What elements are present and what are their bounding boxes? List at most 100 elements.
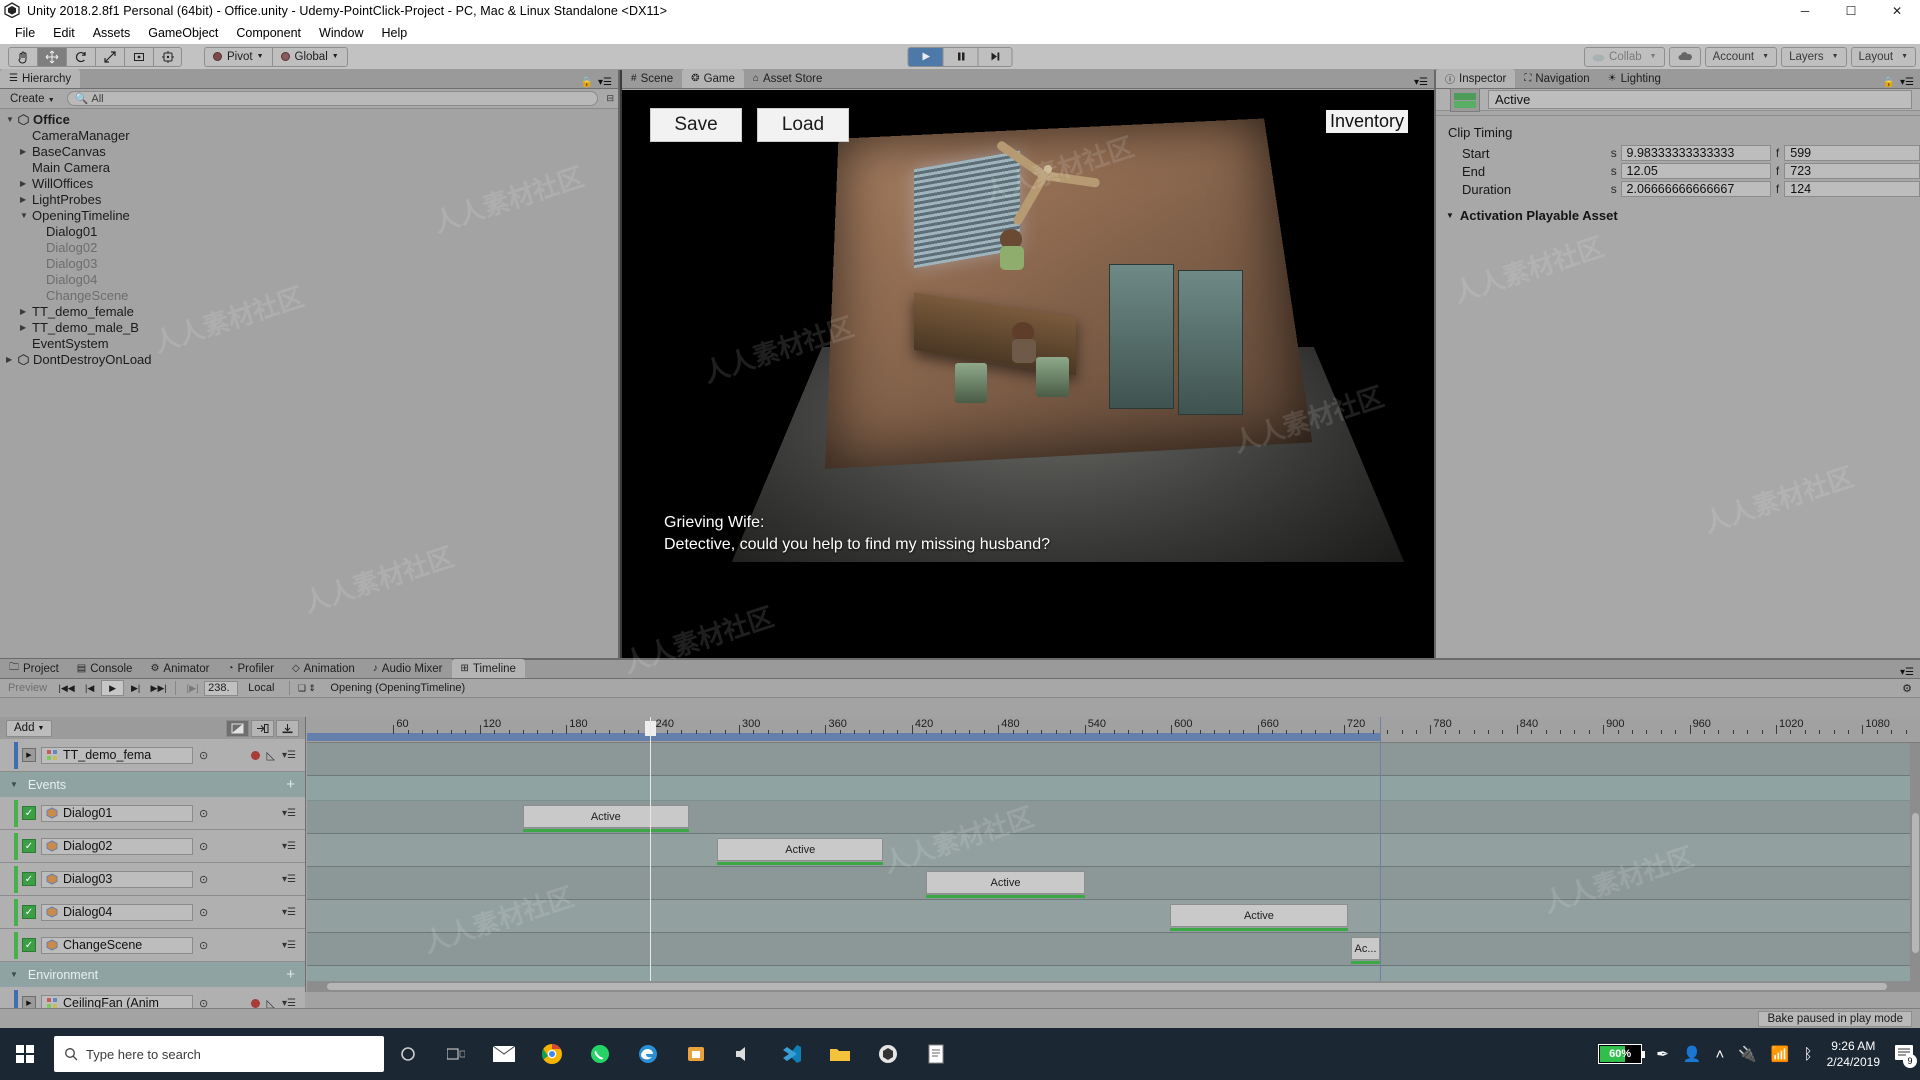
record-button[interactable]: [▶] (181, 680, 204, 696)
track-options-menu-icon[interactable]: ▾☰ (282, 998, 296, 1009)
notepad-icon[interactable] (912, 1028, 960, 1080)
track-enabled-checkbox[interactable]: ✓ (22, 905, 36, 919)
create-button[interactable]: Create ▼ (4, 92, 61, 106)
track-options-menu-icon[interactable]: ▾☰ (282, 907, 296, 918)
layout-button[interactable]: Layout ▼ (1851, 47, 1916, 67)
transform-tool-icon[interactable] (153, 47, 182, 67)
tab-profiler[interactable]: ◔Profiler (218, 659, 282, 678)
seconds-field[interactable]: 9.98333333333333 (1621, 145, 1771, 161)
frames-field[interactable]: 723 (1784, 163, 1920, 179)
rotate-tool-icon[interactable] (66, 47, 95, 67)
hierarchy-item-dialog03[interactable]: Dialog03 (0, 255, 618, 271)
chrome-icon[interactable] (528, 1028, 576, 1080)
disclosure-closed-icon[interactable]: ▶ (20, 179, 32, 188)
hierarchy-item-lightprobes[interactable]: ▶LightProbes (0, 191, 618, 207)
record-indicator-icon[interactable] (251, 999, 260, 1008)
seconds-field[interactable]: 2.06666666666667 (1621, 181, 1771, 197)
menu-assets[interactable]: Assets (84, 24, 140, 42)
timeline-vscroll-thumb[interactable] (1912, 813, 1919, 953)
play-button[interactable] (908, 47, 943, 67)
track-header-dialog02[interactable]: ✓Dialog02⊙▾☰ (0, 830, 305, 863)
track-lane-dialog02[interactable] (307, 834, 1920, 867)
people-icon[interactable]: 👤 (1683, 1045, 1702, 1063)
task-view-icon[interactable] (432, 1028, 480, 1080)
track-enabled-checkbox[interactable]: ✓ (22, 839, 36, 853)
track-options-menu-icon[interactable]: ▾☰ (282, 874, 296, 885)
hierarchy-item-dialog02[interactable]: Dialog02 (0, 239, 618, 255)
hierarchy-item-office[interactable]: ▼Office (0, 111, 618, 127)
tab-timeline[interactable]: ⊞Timeline (452, 659, 525, 678)
tab-asset-store[interactable]: ⌂ Asset Store (744, 69, 832, 88)
track-name-field[interactable]: Dialog01 (41, 805, 193, 822)
explorer-icon[interactable] (816, 1028, 864, 1080)
track-lane-dialog04[interactable] (307, 900, 1920, 933)
track-name-field[interactable]: Dialog02 (41, 838, 193, 855)
track-options-menu-icon[interactable]: ▾☰ (282, 750, 296, 761)
hierarchy-search-input[interactable]: 🔍 All (67, 91, 599, 106)
timeline-clip-area[interactable]: 6012018024030036042048054060066072078084… (307, 717, 1920, 992)
mail-icon[interactable] (480, 1028, 528, 1080)
disclosure-closed-icon[interactable]: ▶ (6, 355, 18, 364)
disclosure-closed-icon[interactable]: ▶ (20, 195, 32, 204)
minimize-button[interactable]: ─ (1782, 0, 1828, 22)
power-icon[interactable]: 🔌 (1738, 1045, 1757, 1063)
disclosure-closed-icon[interactable]: ▶ (20, 147, 32, 156)
track-lane-dialog03[interactable] (307, 867, 1920, 900)
inspector-lock-icon[interactable]: 🔒 (1883, 77, 1895, 88)
chevron-up-icon[interactable]: ˄ (1715, 1046, 1724, 1063)
bluetooth-icon[interactable]: ᛒ (1804, 1046, 1813, 1063)
game-render-canvas[interactable]: Save Load Inventory Grieving Wife: Detec… (622, 90, 1434, 670)
track-header-dialog01[interactable]: ✓Dialog01⊙▾☰ (0, 797, 305, 830)
curve-icon[interactable]: ◺ (267, 749, 275, 762)
cloud-services-button[interactable] (1669, 47, 1701, 67)
timeline-play-button[interactable]: ▶ (101, 680, 124, 696)
tab-animation[interactable]: ◇Animation (283, 659, 364, 678)
load-button[interactable]: Load (757, 108, 849, 142)
replace-mode-button[interactable] (276, 720, 299, 737)
gameview-options-menu-icon[interactable]: ▾☰ (1414, 77, 1428, 88)
close-button[interactable]: ✕ (1874, 0, 1920, 22)
hierarchy-item-main-camera[interactable]: Main Camera (0, 159, 618, 175)
maximize-button[interactable]: ☐ (1828, 0, 1874, 22)
add-track-button[interactable]: Add ▼ (6, 720, 52, 737)
track-header-changescene[interactable]: ✓ChangeScene⊙▾☰ (0, 929, 305, 962)
track-keyframe-icon[interactable]: ⊙ (199, 906, 208, 919)
clock[interactable]: 9:26 AM 2/24/2019 (1827, 1038, 1880, 1070)
next-frame-button[interactable]: ▶| (124, 680, 147, 696)
disclosure-open-icon[interactable]: ▼ (6, 115, 18, 124)
timeline-vertical-scrollbar[interactable] (1910, 743, 1920, 988)
notification-center-icon[interactable]: 9 (1894, 1044, 1914, 1065)
timeline-playhead[interactable] (650, 717, 651, 992)
group-disclosure-icon[interactable]: ▼ (10, 780, 18, 789)
hand-tool-icon[interactable] (8, 47, 37, 67)
track-expand-button[interactable]: ▶ (22, 748, 36, 762)
track-lane-tt-demo-fema[interactable] (307, 743, 1920, 776)
seconds-field[interactable]: 12.05 (1621, 163, 1771, 179)
timeline-asset-icon[interactable]: ❏ ⇕ (295, 680, 318, 696)
track-keyframe-icon[interactable]: ⊙ (199, 840, 208, 853)
track-enabled-checkbox[interactable]: ✓ (22, 872, 36, 886)
group-disclosure-icon[interactable]: ▼ (10, 970, 18, 979)
menu-window[interactable]: Window (310, 24, 372, 42)
hierarchy-item-tt-demo-female[interactable]: ▶TT_demo_female (0, 303, 618, 319)
track-keyframe-icon[interactable]: ⊙ (199, 873, 208, 886)
disclosure-closed-icon[interactable]: ▶ (20, 307, 32, 316)
timeline-settings-icon[interactable]: ⚙ (1902, 682, 1920, 695)
tab-console[interactable]: ▤Console (68, 659, 142, 678)
tab-audio-mixer[interactable]: ♪Audio Mixer (364, 659, 452, 678)
vscode-icon[interactable] (768, 1028, 816, 1080)
pause-button[interactable] (943, 47, 978, 67)
tab-scene[interactable]: # Scene (622, 69, 682, 88)
first-frame-button[interactable]: |◀◀ (55, 680, 78, 696)
lock-icon[interactable]: 🔒 (581, 77, 593, 88)
cortana-icon[interactable] (384, 1028, 432, 1080)
unity-taskbar-icon[interactable] (864, 1028, 912, 1080)
hierarchy-item-tt-demo-male-b[interactable]: ▶TT_demo_male_B (0, 319, 618, 335)
menu-help[interactable]: Help (372, 24, 416, 42)
add-to-group-icon[interactable]: + (286, 776, 295, 793)
ripple-mode-button[interactable] (251, 720, 274, 737)
track-header-dialog04[interactable]: ✓Dialog04⊙▾☰ (0, 896, 305, 929)
hierarchy-item-dialog04[interactable]: Dialog04 (0, 271, 618, 287)
track-enabled-checkbox[interactable]: ✓ (22, 938, 36, 952)
disclosure-open-icon[interactable]: ▼ (20, 211, 32, 220)
